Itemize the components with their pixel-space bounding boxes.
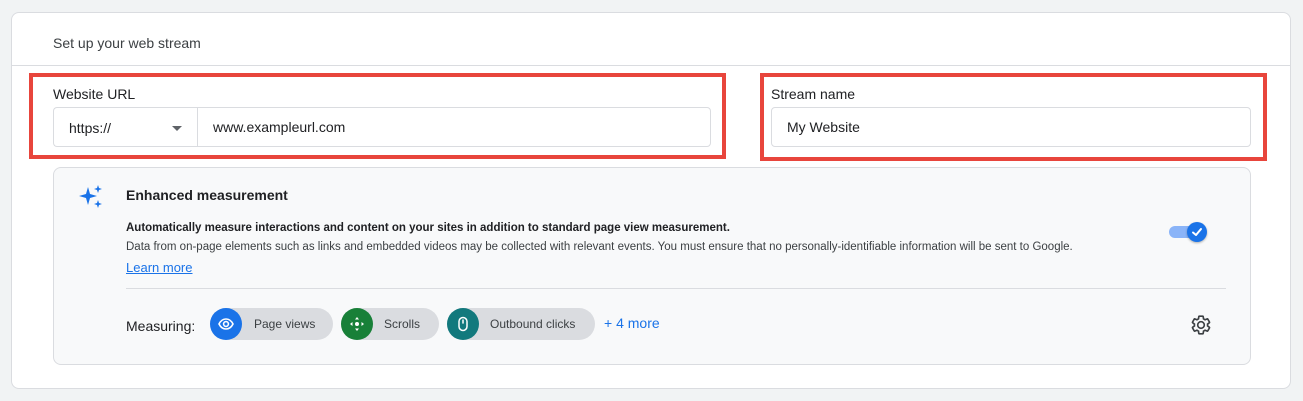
chip-page-views[interactable]: Page views xyxy=(210,308,333,340)
website-url-highlight xyxy=(29,73,726,159)
measuring-label: Measuring: xyxy=(126,318,196,334)
chip-label: Outbound clicks xyxy=(490,317,576,331)
more-measurements-link[interactable]: + 4 more xyxy=(604,315,660,331)
enhanced-measurement-description: Data from on-page elements such as links… xyxy=(126,241,1073,253)
chip-outbound-clicks[interactable]: Outbound clicks xyxy=(447,308,595,340)
card-header: Set up your web stream xyxy=(12,13,1290,66)
gear-icon[interactable] xyxy=(1190,314,1212,336)
chip-label: Scrolls xyxy=(384,317,421,331)
toggle-thumb xyxy=(1187,222,1207,242)
check-icon xyxy=(1192,228,1202,236)
card-title: Set up your web stream xyxy=(53,35,201,51)
chip-label: Page views xyxy=(254,317,316,331)
web-stream-setup-card: Set up your web stream Website URL https… xyxy=(11,12,1291,389)
sparkle-icon xyxy=(78,184,104,210)
eye-icon xyxy=(210,308,242,340)
learn-more-link[interactable]: Learn more xyxy=(126,260,192,275)
mouse-icon xyxy=(447,308,479,340)
stream-name-highlight xyxy=(760,73,1267,161)
scroll-arrows-icon xyxy=(341,308,373,340)
enhanced-measurement-title: Enhanced measurement xyxy=(126,187,288,203)
divider xyxy=(126,288,1226,289)
enhanced-measurement-panel: Enhanced measurement Automatically measu… xyxy=(53,167,1251,365)
chip-scrolls[interactable]: Scrolls xyxy=(341,308,439,340)
enhanced-measurement-summary: Automatically measure interactions and c… xyxy=(126,222,730,234)
enhanced-measurement-toggle[interactable] xyxy=(1169,220,1207,242)
